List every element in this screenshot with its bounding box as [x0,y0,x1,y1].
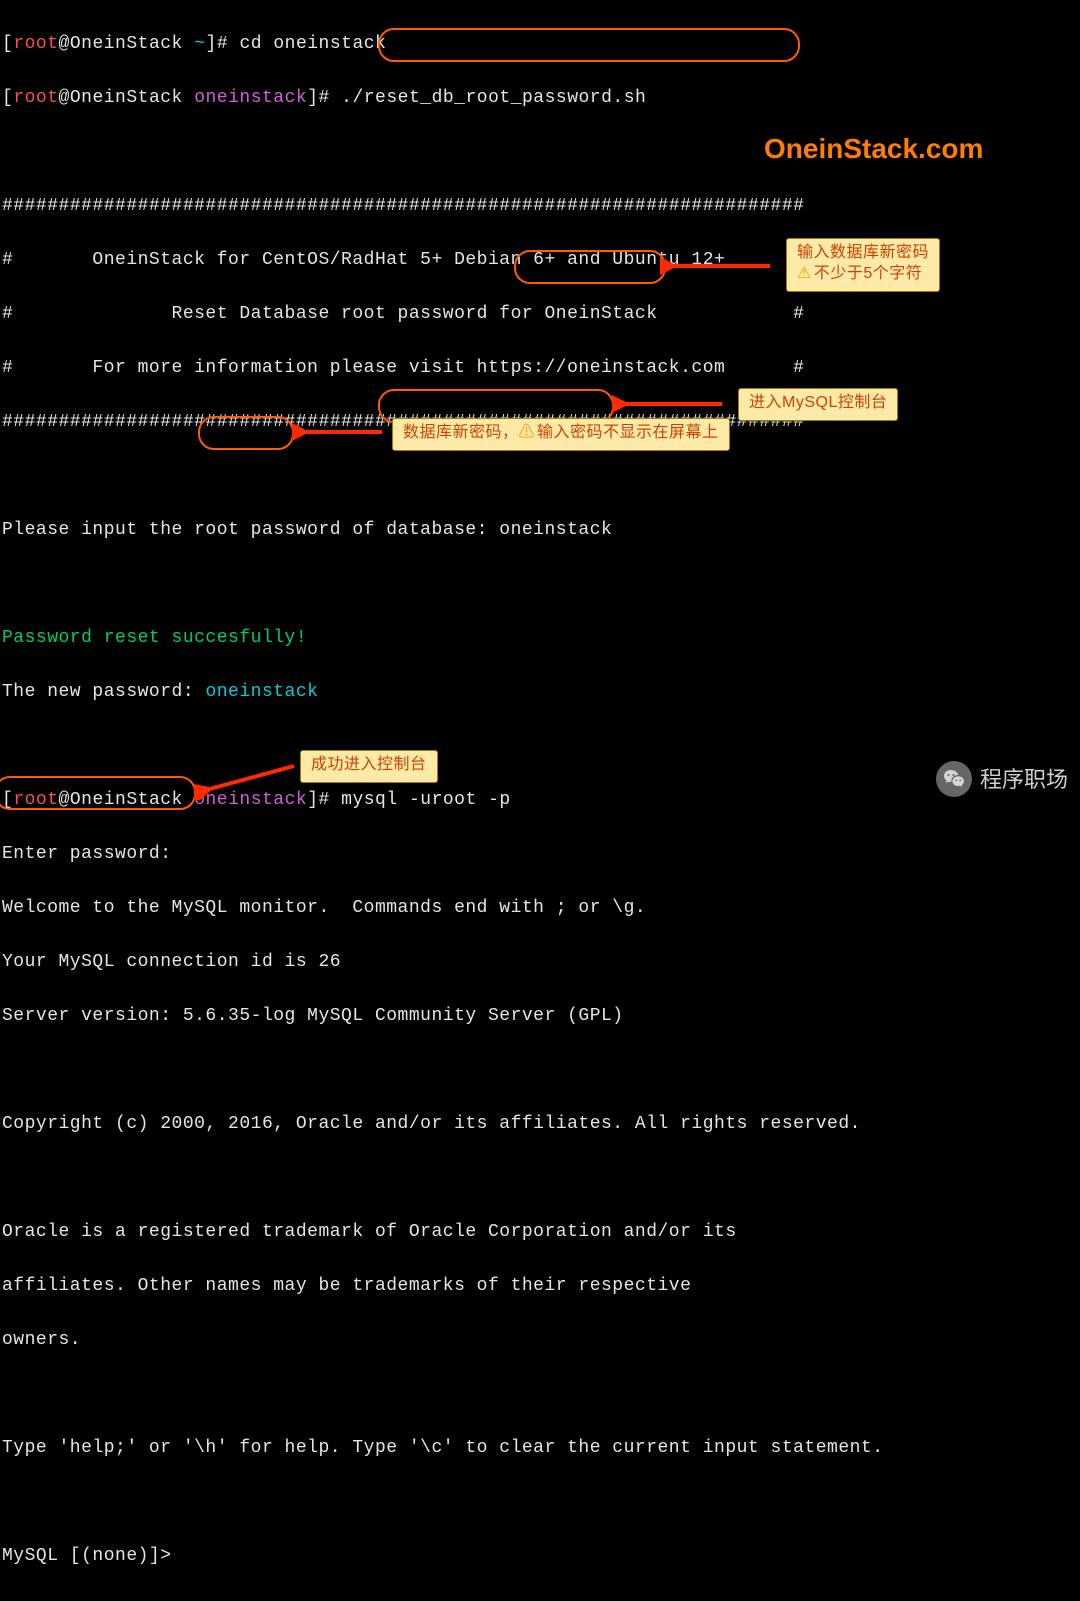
command-mysql: mysql -uroot -p [341,790,511,810]
mysql-out-2: Server version: 5.6.35-log MySQL Communi… [2,1003,1078,1030]
callout-new-password: 输入数据库新密码 不少于5个字符 [786,238,940,292]
command-reset-script: ./reset_db_root_password.sh [341,88,646,108]
mysql-out-4: Copyright (c) 2000, 2016, Oracle and/or … [2,1111,1078,1138]
prompt-line-2: [root@OneinStack oneinstack]# ./reset_db… [2,85,1078,112]
command-cd: cd oneinstack [239,34,386,54]
prompt-line-3: [root@OneinStack oneinstack]# mysql -uro… [2,787,1078,814]
mysql-out-5 [2,1165,1078,1192]
mysql-out-6: Oracle is a registered trademark of Orac… [2,1219,1078,1246]
enter-password-line: Enter password: [2,841,1078,868]
new-password-line: The new password: oneinstack [2,679,1078,706]
mysql-out-0: Welcome to the MySQL monitor. Commands e… [2,895,1078,922]
input-password-value[interactable]: oneinstack [499,520,612,540]
mysql-out-8: owners. [2,1327,1078,1354]
wechat-icon [936,761,972,797]
prompt-line-1: [root@OneinStack ~]# cd oneinstack [2,31,1078,58]
mysql-out-7: affiliates. Other names may be trademark… [2,1273,1078,1300]
callout-mysql-console: 进入MySQL控制台 [738,388,898,421]
watermark-footer: 程序职场 [936,761,1068,797]
banner-line-3: # For more information please visit http… [2,355,1078,382]
banner-line-2: # Reset Database root password for Onein… [2,301,1078,328]
mysql-out-10: Type 'help;' or '\h' for help. Type '\c'… [2,1435,1078,1462]
reset-success-line: Password reset succesfully! [2,625,1078,652]
callout-hidden-password: 数据库新密码，输入密码不显示在屏幕上 [392,418,730,451]
watermark-site: OneinStack.com [764,128,983,170]
input-password-line: Please input the root password of databa… [2,517,1078,544]
mysql-out-1: Your MySQL connection id is 26 [2,949,1078,976]
mysql-out-9 [2,1381,1078,1408]
mysql-prompt[interactable]: MySQL [(none)]> [2,1543,1078,1570]
callout-success: 成功进入控制台 [300,750,438,783]
mysql-out-3 [2,1057,1078,1084]
banner-rule-top: ########################################… [2,193,1078,220]
